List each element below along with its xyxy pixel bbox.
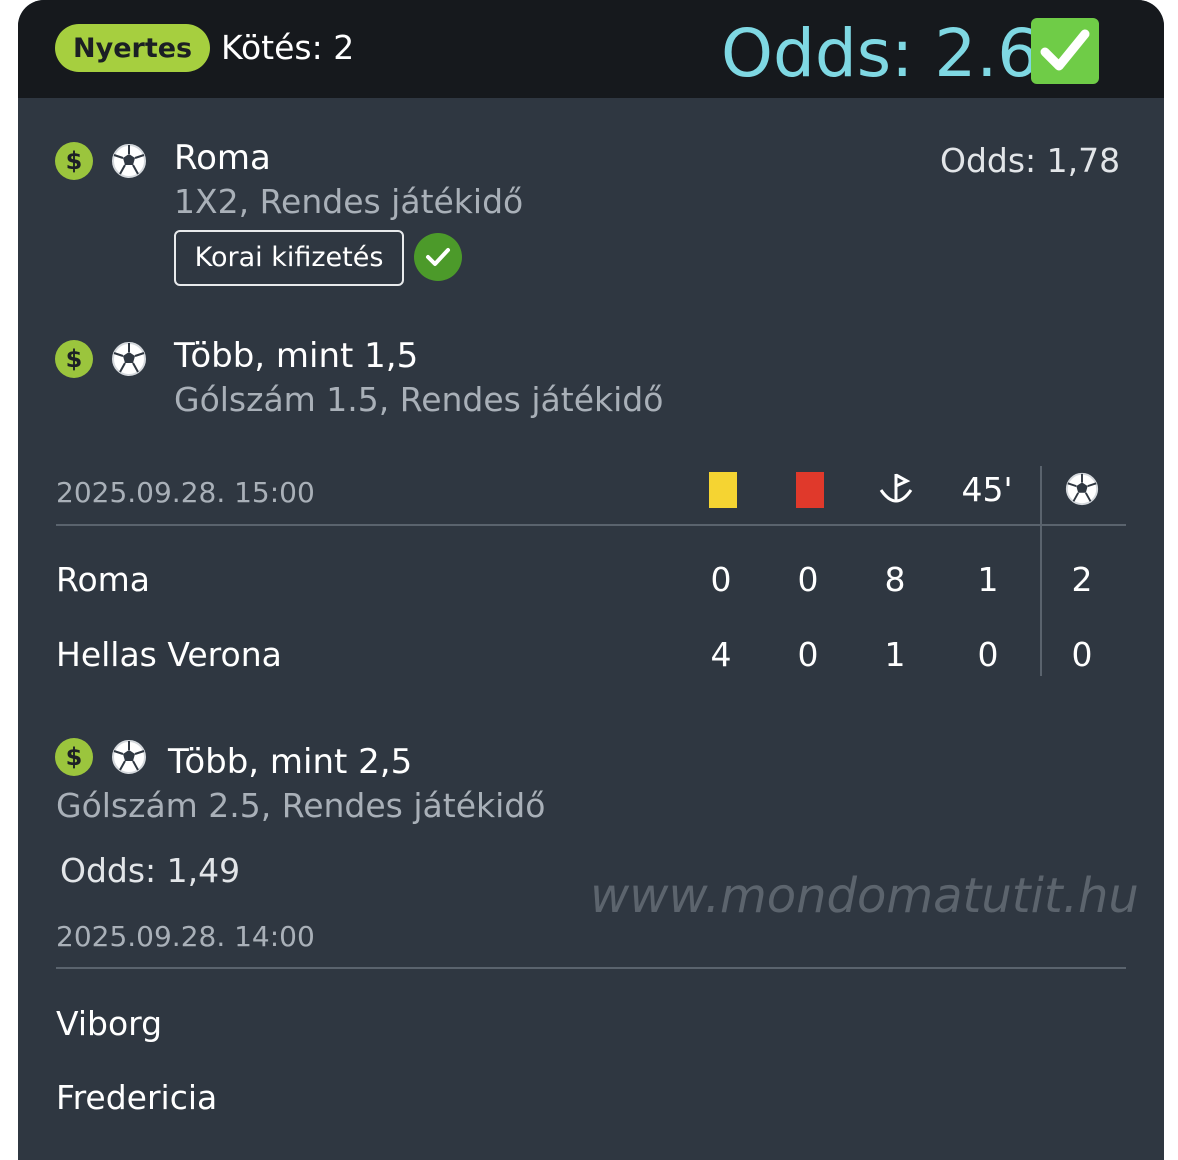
red-card-icon <box>796 472 824 508</box>
team-name: Fredericia <box>56 1078 218 1117</box>
team-name: Hellas Verona <box>56 635 282 674</box>
check-icon <box>414 233 462 281</box>
stat-yellow: 0 <box>710 560 732 599</box>
soccer-ball-icon <box>112 740 146 774</box>
selection-title: Több, mint 2,5 <box>168 742 413 782</box>
bet-slip-card: Nyertes Kötés: 2 Odds: 2.65 $ Roma 1X2, … <box>18 0 1164 1160</box>
selection-market: 1X2, Rendes játékidő <box>174 182 524 221</box>
stat-yellow: 4 <box>710 635 732 674</box>
divider <box>56 967 1126 969</box>
dollar-icon: $ <box>55 142 93 180</box>
selection-title: Roma <box>174 138 271 178</box>
soccer-ball-icon <box>112 144 146 178</box>
stat-red: 0 <box>797 560 819 599</box>
selection-odds: Odds: 1,49 <box>60 851 241 890</box>
stat-corners: 1 <box>884 635 906 674</box>
match-datetime: 2025.09.28. 14:00 <box>56 920 315 953</box>
divider <box>1040 466 1042 676</box>
stat-goals: 2 <box>1071 560 1093 599</box>
half-time-header: 45' <box>961 470 1013 509</box>
check-emoji-icon <box>1031 18 1099 84</box>
corner-flag-icon <box>879 473 913 503</box>
status-badge: Nyertes <box>55 24 211 72</box>
match-datetime: 2025.09.28. 15:00 <box>56 476 315 509</box>
stat-half-time: 0 <box>977 635 999 674</box>
dollar-icon: $ <box>55 738 93 776</box>
stat-red: 0 <box>797 635 819 674</box>
team-name: Viborg <box>56 1004 163 1043</box>
early-payout-badge: Korai kifizetés <box>174 230 404 286</box>
selection-title: Több, mint 1,5 <box>174 336 419 376</box>
soccer-ball-icon <box>1065 472 1099 506</box>
yellow-card-icon <box>709 472 737 508</box>
selection-odds: Odds: 1,78 <box>940 141 1121 180</box>
watermark: www.mondomatutit.hu <box>590 868 1139 924</box>
selection-market: Gólszám 2.5, Rendes játékidő <box>56 786 546 825</box>
stat-corners: 8 <box>884 560 906 599</box>
divider <box>56 524 1126 526</box>
selection-market: Gólszám 1.5, Rendes játékidő <box>174 380 664 419</box>
bet-count: Kötés: 2 <box>221 28 355 67</box>
total-odds: Odds: 2.65 <box>721 15 1082 92</box>
stat-goals: 0 <box>1071 635 1093 674</box>
soccer-ball-icon <box>112 342 146 376</box>
bet-header: Nyertes Kötés: 2 Odds: 2.65 <box>18 0 1164 98</box>
stat-half-time: 1 <box>977 560 999 599</box>
team-name: Roma <box>56 560 151 599</box>
dollar-icon: $ <box>55 340 93 378</box>
